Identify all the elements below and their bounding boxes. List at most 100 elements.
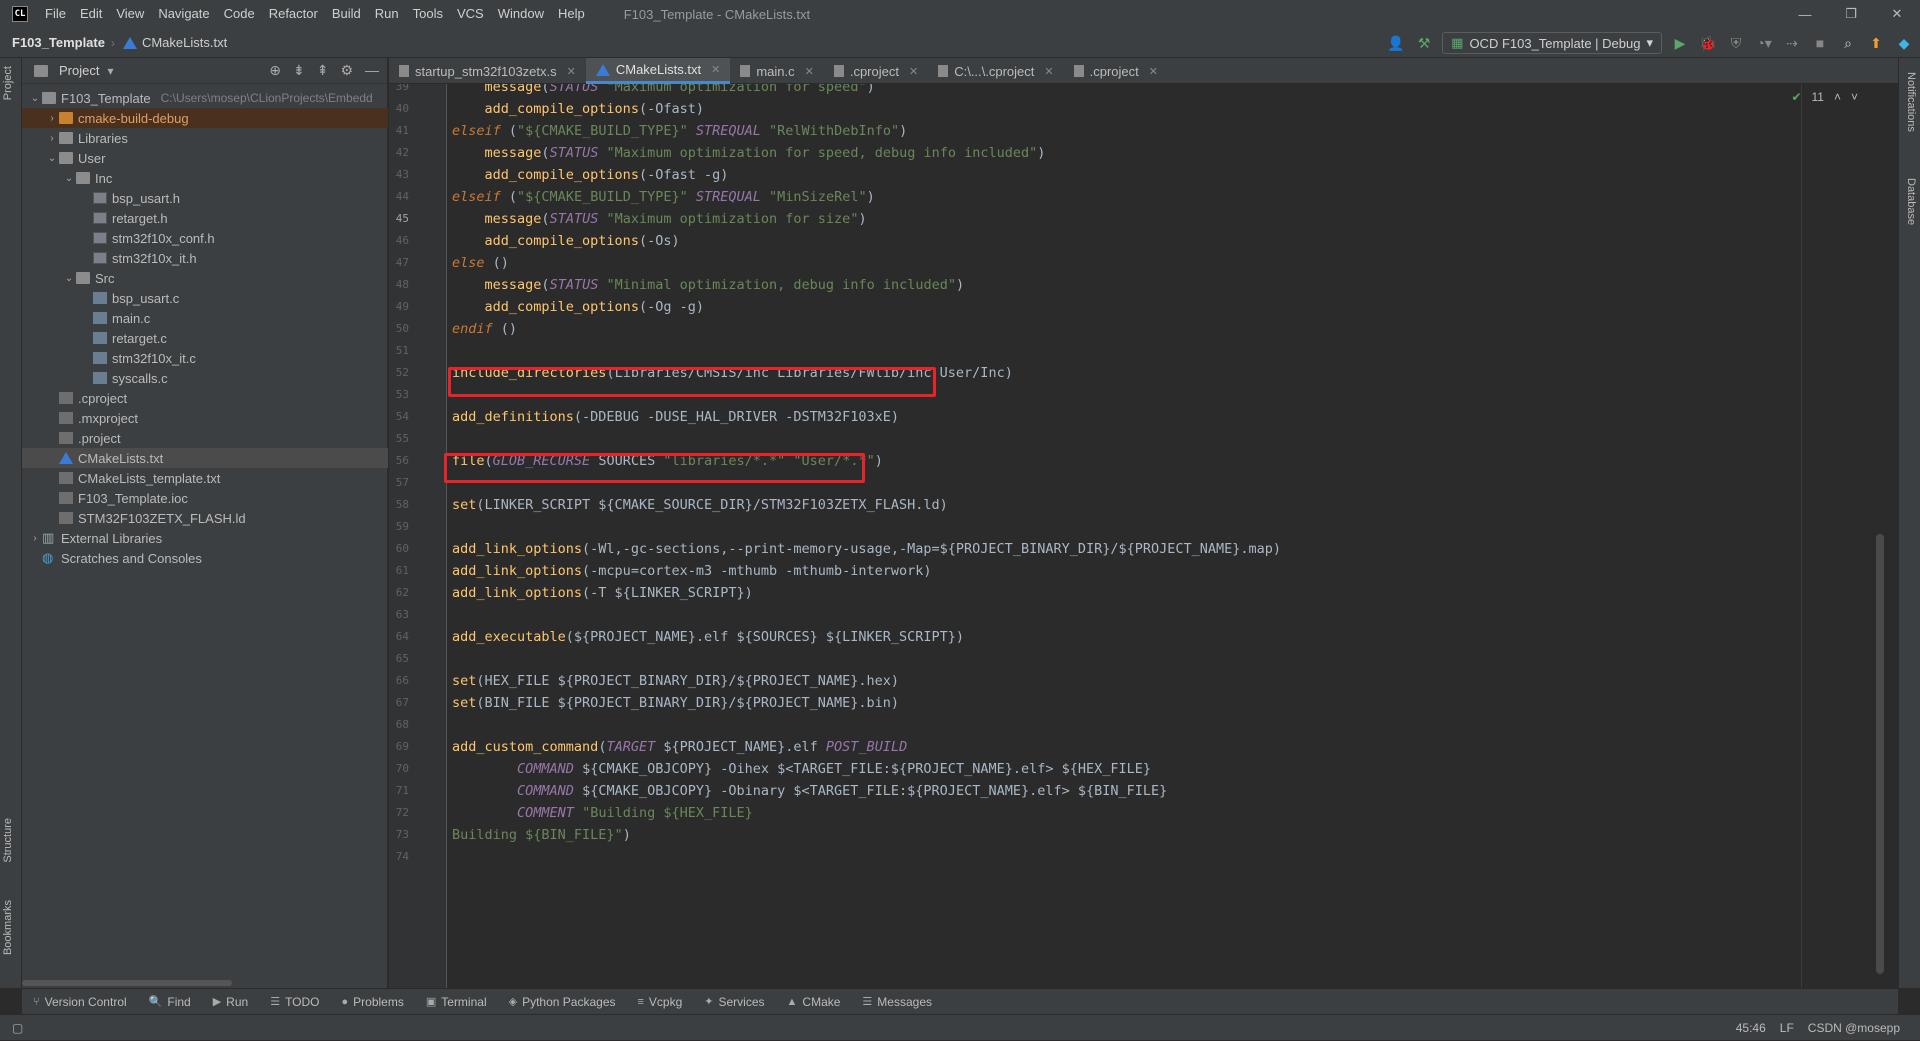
code-line[interactable]: elseif ("${CMAKE_BUILD_TYPE}" STREQUAL "… [452, 120, 907, 142]
tool-window-run[interactable]: ▶ Run [202, 995, 259, 1009]
tree-item[interactable]: F103_Template.ioc [22, 488, 388, 508]
editor-tab[interactable]: main.c ✕ [730, 58, 824, 84]
tool-window-python-packages[interactable]: ◈ Python Packages [498, 995, 627, 1009]
breadcrumb-file[interactable]: CMakeLists.txt [115, 35, 227, 50]
tree-item[interactable]: stm32f10x_conf.h [22, 228, 388, 248]
code-line[interactable]: set(HEX_FILE ${PROJECT_BINARY_DIR}/${PRO… [452, 670, 899, 692]
chevron-down-icon[interactable]: ⌄ [28, 93, 42, 104]
chevron-down-icon[interactable]: ⌄ [62, 273, 76, 284]
expand-all-icon[interactable]: ⇟ [293, 62, 305, 79]
maximize-button[interactable]: ❐ [1828, 0, 1874, 28]
tree-item[interactable]: .project [22, 428, 388, 448]
menu-view[interactable]: View [109, 0, 151, 28]
attach-icon[interactable]: ⇢ [1782, 33, 1802, 53]
tree-item[interactable]: ⌄ Src [22, 268, 388, 288]
tree-item[interactable]: CMakeLists_template.txt [22, 468, 388, 488]
tool-window-cmake[interactable]: ▲ CMake [776, 995, 852, 1009]
run-configuration-dropdown[interactable]: ▦ OCD F103_Template | Debug ▾ [1442, 32, 1662, 54]
code-editor[interactable]: 39 40 41 42 43 44 45 46 47 48 49 50 51 52 53 54 55 56 57 58… [389, 84, 1898, 988]
code-line[interactable]: message(STATUS "Maximum optimization for… [452, 142, 1046, 164]
chevron-down-icon[interactable]: ▾ [107, 64, 113, 78]
chevron-down-icon[interactable]: ⌄ [45, 153, 59, 164]
tree-item[interactable]: retarget.c [22, 328, 388, 348]
minimize-button[interactable]: — [1782, 0, 1828, 28]
tree-item[interactable]: › ▥ External Libraries [22, 528, 388, 548]
tool-window-problems[interactable]: ● Problems [331, 995, 415, 1009]
tree-item[interactable]: stm32f10x_it.h [22, 248, 388, 268]
bookmarks-tool-tab[interactable]: Bookmarks [2, 900, 14, 955]
close-tab-icon[interactable]: ✕ [909, 65, 918, 78]
close-tab-icon[interactable]: ✕ [711, 63, 720, 76]
tree-item[interactable]: STM32F103ZETX_FLASH.ld [22, 508, 388, 528]
chevron-right-icon[interactable]: › [45, 133, 59, 144]
search-icon[interactable]: ⌕ [1838, 33, 1858, 53]
close-tab-icon[interactable]: ✕ [805, 65, 814, 78]
code-line[interactable]: message(STATUS "Maximum optimization for… [452, 84, 875, 98]
database-tool-tab[interactable]: Database [1905, 178, 1917, 225]
tree-item[interactable]: .cproject [22, 388, 388, 408]
code-line[interactable]: add_custom_command(TARGET ${PROJECT_NAME… [452, 736, 907, 758]
vertical-scrollbar[interactable] [1876, 534, 1884, 974]
code-line[interactable]: elseif ("${CMAKE_BUILD_TYPE}" STREQUAL "… [452, 186, 875, 208]
tool-window-services[interactable]: ✦ Services [693, 995, 775, 1009]
code-line[interactable]: COMMENT "Building ${HEX_FILE} [452, 802, 753, 824]
tree-item[interactable]: syscalls.c [22, 368, 388, 388]
horizontal-scrollbar[interactable] [22, 980, 232, 986]
tree-item[interactable]: › cmake-build-debug [22, 108, 388, 128]
menu-navigate[interactable]: Navigate [151, 0, 216, 28]
tree-item[interactable]: bsp_usart.c [22, 288, 388, 308]
code-line[interactable]: add_compile_options(-Ofast -g) [452, 164, 729, 186]
code-line[interactable]: message(STATUS "Minimal optimization, de… [452, 274, 965, 296]
code-line[interactable]: add_definitions(-DDEBUG -DUSE_HAL_DRIVER… [452, 406, 899, 428]
gear-icon[interactable]: ⚙ [340, 62, 353, 79]
menu-refactor[interactable]: Refactor [262, 0, 325, 28]
tree-item[interactable]: › Libraries [22, 128, 388, 148]
code-line[interactable]: add_compile_options(-Og -g) [452, 296, 704, 318]
tree-item[interactable]: ⌄ User [22, 148, 388, 168]
hide-panel-icon[interactable]: — [365, 62, 379, 79]
editor-tab[interactable]: .cproject ✕ [824, 58, 928, 84]
ide-logo-icon[interactable]: ◆ [1894, 33, 1914, 53]
code-line[interactable]: set(BIN_FILE ${PROJECT_BINARY_DIR}/${PRO… [452, 692, 899, 714]
run-with-coverage-icon[interactable]: ⛨ [1726, 33, 1746, 53]
build-hammer-icon[interactable]: ⚒ [1414, 33, 1434, 53]
inspection-widget[interactable]: ✔ 11 ˄ ˅ [1791, 90, 1858, 104]
notifications-tool-tab[interactable]: Notifications [1905, 72, 1917, 132]
structure-tool-tab[interactable]: Structure [2, 818, 14, 863]
tool-window-find[interactable]: 🔍 Find [138, 995, 202, 1009]
code-line[interactable]: add_executable(${PROJECT_NAME}.elf ${SOU… [452, 626, 964, 648]
tool-window-vcpkg[interactable]: ≡ Vcpkg [627, 995, 694, 1009]
chevron-down-icon[interactable]: ˅ [1851, 90, 1858, 104]
user-icon[interactable]: 👤 [1386, 33, 1406, 53]
debug-icon[interactable]: 🐞 [1698, 33, 1718, 53]
editor-tab[interactable]: CMakeLists.txt ✕ [585, 58, 731, 84]
code-line[interactable]: Building ${BIN_FILE}") [452, 824, 631, 846]
code-line[interactable]: message(STATUS "Maximum optimization for… [452, 208, 867, 230]
chevron-up-icon[interactable]: ˄ [1834, 90, 1841, 104]
tree-item[interactable]: retarget.h [22, 208, 388, 228]
editor-tab[interactable]: C:\...\.cproject ✕ [928, 58, 1063, 84]
collapse-all-icon[interactable]: ⇞ [317, 62, 329, 79]
tool-window-messages[interactable]: ☰ Messages [851, 995, 943, 1009]
tree-item[interactable]: stm32f10x_it.c [22, 348, 388, 368]
menu-run[interactable]: Run [368, 0, 406, 28]
tree-item[interactable]: ⌄ Inc [22, 168, 388, 188]
tool-window-terminal[interactable]: ▣ Terminal [415, 995, 498, 1009]
chevron-down-icon[interactable]: ⌄ [62, 173, 76, 184]
menu-tools[interactable]: Tools [406, 0, 450, 28]
profile-icon[interactable]: ◔▾ [1754, 33, 1774, 53]
line-separator[interactable]: LF [1780, 1021, 1794, 1035]
menu-code[interactable]: Code [217, 0, 262, 28]
tree-item[interactable]: bsp_usart.h [22, 188, 388, 208]
code-line[interactable]: COMMAND ${CMAKE_OBJCOPY} -Oihex $<TARGET… [452, 758, 1151, 780]
menu-vcs[interactable]: VCS [450, 0, 491, 28]
code-line[interactable]: add_link_options(-Wl,-gc-sections,--prin… [452, 538, 1281, 560]
editor-tab[interactable]: .cproject ✕ [1064, 58, 1168, 84]
menu-file[interactable]: File [38, 0, 73, 28]
chevron-right-icon[interactable]: › [28, 533, 42, 544]
update-icon[interactable]: ⬆ [1866, 33, 1886, 53]
stop-icon[interactable]: ■ [1810, 33, 1830, 53]
code-line[interactable]: endif () [452, 318, 517, 340]
code-line[interactable]: add_link_options(-mcpu=cortex-m3 -mthumb… [452, 560, 932, 582]
tree-item[interactable]: CMakeLists.txt [22, 448, 388, 468]
